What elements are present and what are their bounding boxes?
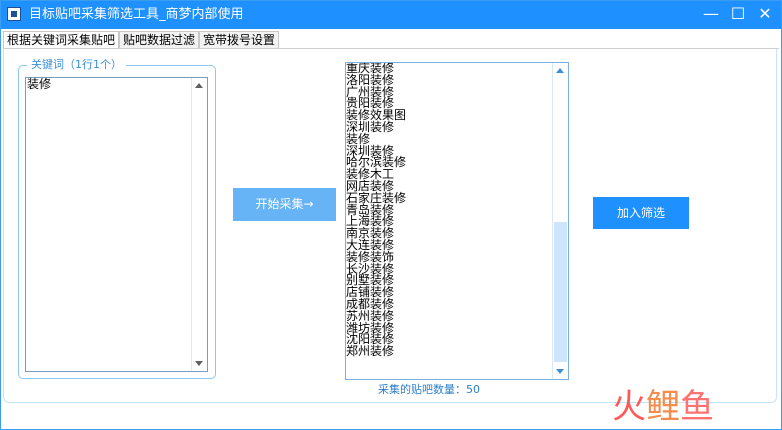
- start-collect-button[interactable]: 开始采集→: [233, 188, 336, 221]
- watermark-char: 火: [612, 387, 646, 427]
- maximize-button[interactable]: ☐: [726, 3, 750, 25]
- scroll-thumb[interactable]: [554, 222, 567, 362]
- results-scrollbar[interactable]: [552, 63, 568, 379]
- results-items: 重庆装修 洛阳装修 广州装修 贵阳装修 装修效果图 深圳装修 装修 深圳装修 哈尔滨装修 装修木工…: [346, 63, 552, 358]
- keyword-scrollbar[interactable]: [191, 78, 207, 371]
- app-icon: [7, 7, 21, 21]
- keyword-input-text[interactable]: 装修: [27, 78, 51, 91]
- watermark-char: 鲤: [646, 387, 680, 427]
- watermark-char: 鱼: [680, 387, 714, 427]
- scroll-down-icon[interactable]: [195, 361, 203, 366]
- keyword-input[interactable]: 装修: [25, 77, 208, 372]
- close-button[interactable]: ✕: [753, 3, 777, 25]
- title-bar[interactable]: 目标贴吧采集筛选工具_商梦内部使用 — ☐ ✕: [1, 1, 781, 29]
- results-count: 采集的贴吧数量：50: [378, 383, 480, 396]
- tab-data-filter[interactable]: 贴吧数据过滤: [119, 31, 200, 48]
- window-title: 目标贴吧采集筛选工具_商梦内部使用: [29, 7, 244, 22]
- tab-keyword-collect[interactable]: 根据关键词采集贴吧: [3, 31, 120, 48]
- tab-dialup-settings[interactable]: 宽带拨号设置: [199, 31, 280, 48]
- list-item[interactable]: 郑州装修: [346, 345, 552, 358]
- scroll-up-icon[interactable]: [556, 68, 564, 73]
- scroll-up-icon[interactable]: [195, 83, 203, 88]
- minimize-button[interactable]: —: [699, 3, 723, 25]
- scroll-down-icon[interactable]: [556, 369, 564, 374]
- keyword-group-label: 关键词（1行1个）: [27, 58, 126, 72]
- app-window: 目标贴吧采集筛选工具_商梦内部使用 — ☐ ✕ 根据关键词采集贴吧 贴吧数据过滤…: [0, 0, 782, 430]
- list-item[interactable]: 深圳装修: [346, 121, 552, 134]
- add-filter-button[interactable]: 加入筛选: [593, 197, 689, 229]
- results-list[interactable]: 重庆装修 洛阳装修 广州装修 贵阳装修 装修效果图 深圳装修 装修 深圳装修 哈尔滨装修 装修木工…: [345, 62, 569, 380]
- watermark-logo: 火鲤鱼: [612, 387, 714, 427]
- tab-bar: 根据关键词采集贴吧 贴吧数据过滤 宽带拨号设置: [3, 31, 280, 49]
